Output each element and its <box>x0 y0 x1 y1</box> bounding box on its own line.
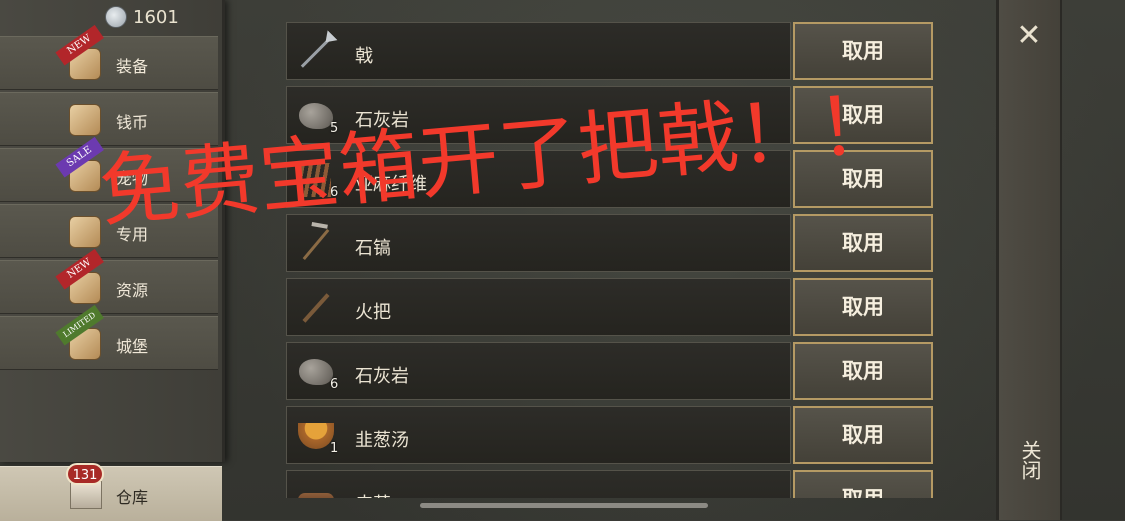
wood-icon <box>295 480 337 498</box>
sidebar-item-money[interactable]: 钱币 <box>0 92 218 146</box>
item-name: 戟 <box>355 46 373 67</box>
item-list[interactable]: 戟 取用 5 石灰岩 取用 6 亚麻纤维 取用 石镐 取用 火把 取用 6 石灰… <box>286 22 933 498</box>
sidebar-item-warehouse[interactable]: 131 仓库 <box>0 463 222 521</box>
item-name: 韭葱汤 <box>355 430 409 451</box>
sidebar-item-label: 城堡 <box>116 337 149 356</box>
sidebar-item-label: 钱币 <box>116 113 149 132</box>
item-name: 石灰岩 <box>355 110 409 131</box>
item-row: 石镐 <box>286 214 791 272</box>
list-item: 火把 取用 <box>286 278 933 336</box>
sidebar-item-label: 宠物 <box>116 169 149 188</box>
halberd-icon <box>295 32 337 72</box>
warehouse-count-badge: 131 <box>66 463 104 485</box>
warehouse-label: 仓库 <box>116 488 149 507</box>
close-label: 关闭 <box>1018 440 1042 480</box>
item-name: 火把 <box>355 302 391 323</box>
item-quantity: 6 <box>330 377 339 392</box>
category-sidebar: 1601 NEW 装备 钱币 SALE 宠物 专用 NEW 资源 LIMITED… <box>0 0 225 462</box>
list-item: 1 韭葱汤 取用 <box>286 406 933 464</box>
sidebar-item-pet[interactable]: SALE 宠物 <box>0 136 218 202</box>
take-button[interactable]: 取用 <box>793 214 933 272</box>
take-button[interactable]: 取用 <box>793 470 933 498</box>
list-item: 5 石灰岩 取用 <box>286 86 933 144</box>
item-name: 皮革 <box>355 490 391 498</box>
silver-coin-icon <box>105 6 127 28</box>
item-row: 皮革 <box>286 470 791 498</box>
close-panel[interactable]: ✕ 关闭 <box>996 0 1062 520</box>
item-name: 石镐 <box>355 238 391 259</box>
torch-icon <box>295 288 337 328</box>
list-item: 6 石灰岩 取用 <box>286 342 933 400</box>
currency-display: 1601 <box>105 5 179 29</box>
item-row: 6 亚麻纤维 <box>286 150 791 208</box>
home-indicator <box>420 503 708 508</box>
money-bag-icon <box>68 103 102 137</box>
item-quantity: 6 <box>330 185 339 200</box>
item-quantity: 1 <box>330 441 339 456</box>
sidebar-item-resources[interactable]: NEW 资源 <box>0 248 218 314</box>
item-row: 6 石灰岩 <box>286 342 791 400</box>
item-row: 1 韭葱汤 <box>286 406 791 464</box>
sidebar-item-label: 装备 <box>116 57 149 76</box>
take-button[interactable]: 取用 <box>793 278 933 336</box>
sidebar-item-label: 资源 <box>116 281 149 300</box>
list-item: 戟 取用 <box>286 22 933 80</box>
sidebar-item-label: 专用 <box>116 225 149 244</box>
close-icon[interactable]: ✕ <box>1011 18 1047 54</box>
item-quantity: 5 <box>330 121 339 136</box>
currency-amount: 1601 <box>133 6 179 28</box>
item-row: 戟 <box>286 22 791 80</box>
pickaxe-icon <box>295 224 337 264</box>
banner-icon <box>68 215 102 249</box>
item-row: 5 石灰岩 <box>286 86 791 144</box>
list-item: 石镐 取用 <box>286 214 933 272</box>
take-button[interactable]: 取用 <box>793 342 933 400</box>
item-name: 石灰岩 <box>355 366 409 387</box>
sidebar-item-equipment[interactable]: NEW 装备 <box>0 24 218 90</box>
sidebar-item-special[interactable]: 专用 <box>0 204 218 258</box>
take-button[interactable]: 取用 <box>793 150 933 208</box>
list-item: 皮革 取用 <box>286 470 933 498</box>
take-button[interactable]: 取用 <box>793 22 933 80</box>
take-button[interactable]: 取用 <box>793 86 933 144</box>
sidebar-item-castle[interactable]: LIMITED 城堡 <box>0 304 218 370</box>
item-name: 亚麻纤维 <box>355 174 427 195</box>
item-row: 火把 <box>286 278 791 336</box>
list-item: 6 亚麻纤维 取用 <box>286 150 933 208</box>
take-button[interactable]: 取用 <box>793 406 933 464</box>
